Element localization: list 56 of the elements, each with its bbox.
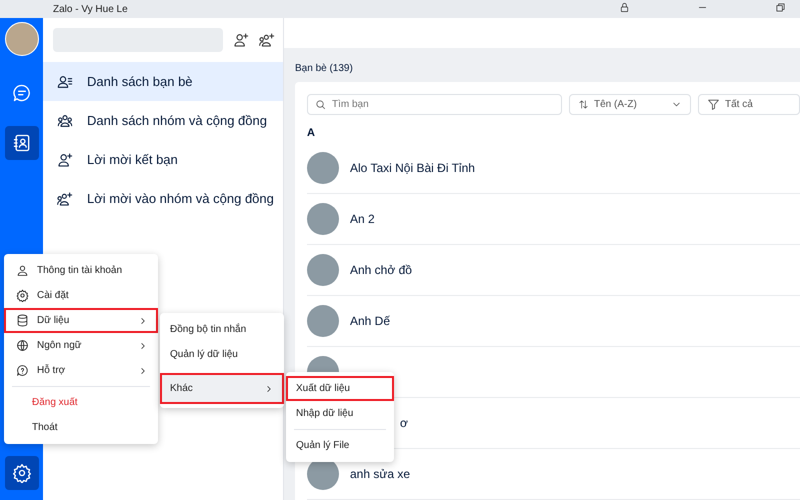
sort-dropdown[interactable]: Tên (A-Z) (569, 94, 691, 115)
contact-list-icon (57, 74, 73, 90)
chat-bubble-icon (12, 83, 32, 103)
menu-item[interactable]: Quản lý File (286, 433, 394, 458)
window-title: Zalo - Vy Hue Le (53, 4, 129, 14)
settings-icon (16, 289, 29, 302)
settings-icon (12, 463, 32, 483)
friend-search-field[interactable]: Tìm bạn (307, 94, 562, 115)
filter-icon (707, 98, 720, 111)
database-icon (16, 314, 29, 327)
add-person-icon (233, 32, 249, 48)
menu-item[interactable]: Thông tin tài khoản (4, 258, 158, 283)
menu-item[interactable]: Ngôn ngữ (4, 333, 158, 358)
sidebar-item[interactable]: Danh sách bạn bè (43, 62, 283, 101)
add-person-icon (57, 152, 73, 168)
menu-item[interactable]: Dữ liệu (4, 308, 158, 333)
menu-item[interactable]: Nhập dữ liệu (286, 401, 394, 426)
add-friend-button[interactable] (233, 32, 249, 48)
menu-item[interactable]: Đăng xuất (4, 390, 158, 415)
person-icon (16, 264, 29, 277)
friend-name[interactable]: Alo Taxi Nội Bài Đi Tỉnh (350, 161, 475, 175)
friend-name[interactable]: ơ (400, 416, 408, 430)
menu-item[interactable]: Cài đặt (4, 283, 158, 308)
avatar (307, 152, 339, 184)
contacts-tab[interactable] (4, 126, 38, 160)
menu-item[interactable]: Xuất dữ liệu (286, 376, 394, 401)
restore-icon (775, 2, 786, 13)
contact-book-icon (12, 133, 32, 153)
globe-icon (16, 339, 29, 352)
menu-item[interactable]: Hỗ trợ (4, 358, 158, 383)
add-group-icon (57, 190, 73, 206)
add-group-icon (259, 32, 275, 48)
filter-dropdown[interactable]: Tất cả (698, 94, 800, 115)
sidebar-item[interactable]: Lời mời kết bạn (43, 140, 283, 179)
menu-item[interactable]: Khác (160, 373, 284, 404)
friend-name[interactable]: Anh Dế (350, 314, 390, 328)
friends-heading: Bạn bè (139) (295, 62, 353, 74)
friend-name[interactable]: Anh chở đồ (350, 263, 412, 277)
avatar (307, 254, 339, 286)
menu-item[interactable]: Thoát (4, 415, 158, 440)
friend-name[interactable]: An 2 (350, 212, 375, 226)
sidebar-item[interactable]: Lời mời vào nhóm và cộng đồng (43, 179, 283, 218)
help-icon (16, 364, 29, 377)
sidebar-item[interactable]: Danh sách nhóm và cộng đồng (43, 101, 283, 140)
avatar (307, 305, 339, 337)
letter-heading: A (307, 127, 315, 139)
create-group-button[interactable] (259, 32, 275, 48)
avatar[interactable] (4, 22, 38, 56)
lock-icon (619, 2, 630, 13)
settings-button[interactable] (4, 456, 38, 490)
group-icon (57, 112, 73, 128)
menu-item[interactable]: Đồng bộ tin nhắn (160, 317, 284, 342)
friend-name[interactable]: anh sửa xe (350, 467, 410, 481)
avatar (307, 203, 339, 235)
sort-arrows-icon (578, 99, 589, 110)
menu-item[interactable]: Quản lý dữ liệu (160, 342, 284, 367)
